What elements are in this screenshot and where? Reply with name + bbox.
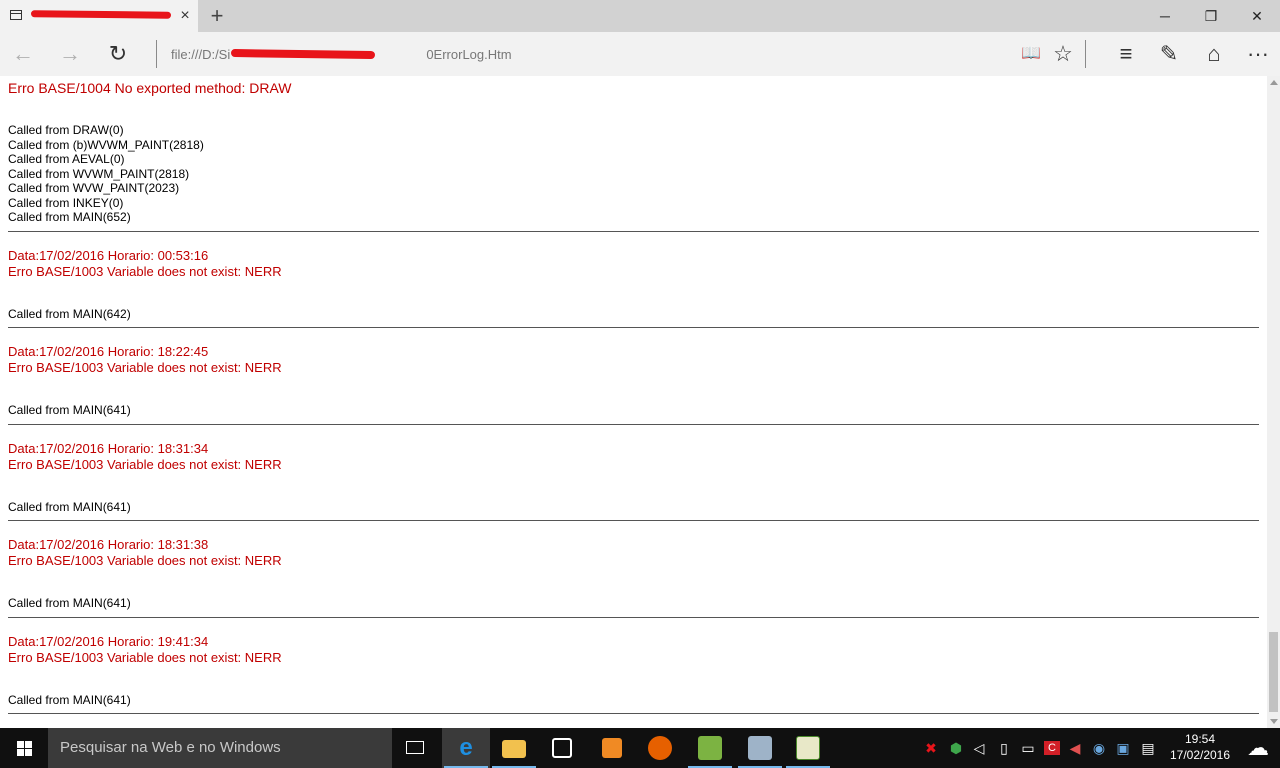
taskbar: Pesquisar na Web e no Windows e ✖ ⬢ ◁ ▯ … xyxy=(0,728,1280,768)
call-line: Called from AEVAL(0) xyxy=(8,152,125,166)
page-icon xyxy=(10,10,22,20)
web-note-icon[interactable]: ✎ xyxy=(1154,40,1184,68)
network-icon[interactable]: ▭ xyxy=(1020,738,1036,758)
reading-view-icon[interactable]: 📖 xyxy=(1016,40,1046,68)
browser-tab[interactable]: × xyxy=(0,0,198,32)
call-line: Called from MAIN(641) xyxy=(8,499,131,514)
storage-icon[interactable]: ▣ xyxy=(1115,738,1131,758)
antivirus-icon[interactable]: C xyxy=(1044,741,1060,755)
horizontal-rule xyxy=(8,713,1259,714)
refresh-icon[interactable]: ↻ xyxy=(103,40,133,68)
error-message: Erro BASE/1003 Variable does not exist: … xyxy=(8,649,282,665)
log-date: Data:17/02/2016 Horario: 19:41:34 xyxy=(8,633,209,649)
favorite-star-icon[interactable]: ☆ xyxy=(1048,40,1078,68)
error-message: Erro BASE/1003 Variable does not exist: … xyxy=(8,360,282,375)
system-clock[interactable]: 19:54 17/02/2016 xyxy=(1164,731,1236,765)
error-message: Erro BASE/1003 Variable does not exist: … xyxy=(8,456,282,472)
weather-cloud-icon[interactable]: ☁ xyxy=(1242,737,1274,759)
log-date: Data:17/02/2016 Horario: 18:31:38 xyxy=(8,537,209,552)
firefox-icon[interactable] xyxy=(636,728,684,768)
audio-icon[interactable]: ◁ xyxy=(971,738,987,758)
share-icon[interactable]: ⌂ xyxy=(1199,40,1229,68)
forward-icon[interactable]: → xyxy=(55,40,85,68)
security-alert-icon[interactable]: ✖ xyxy=(923,738,939,758)
call-line: Called from DRAW(0) xyxy=(8,123,124,137)
scroll-down-icon[interactable] xyxy=(1270,719,1278,724)
close-tab-icon[interactable]: × xyxy=(176,6,194,26)
new-tab-button[interactable]: + xyxy=(206,5,228,27)
search-box[interactable]: Pesquisar na Web e no Windows xyxy=(48,728,392,768)
call-line: Called from MAIN(641) xyxy=(8,692,131,707)
error-log: Erro BASE/1004 No exported method: DRAW … xyxy=(8,76,1259,714)
error-message: Erro BASE/1004 No exported method: DRAW xyxy=(8,80,292,96)
more-icon[interactable]: ··· xyxy=(1243,40,1273,68)
call-line: Called from MAIN(641) xyxy=(8,403,131,417)
search-placeholder: Pesquisar na Web e no Windows xyxy=(60,739,281,756)
chart-app-icon[interactable] xyxy=(784,728,832,768)
divider xyxy=(156,40,157,68)
log-date: Data:17/02/2016 Horario: 00:53:16 xyxy=(8,247,209,263)
log-date: Data:17/02/2016 Horario: 18:22:45 xyxy=(8,344,209,359)
edge-icon[interactable]: e xyxy=(442,728,490,768)
divider xyxy=(1085,40,1086,68)
horizontal-rule xyxy=(8,423,1259,425)
windows-logo-icon xyxy=(17,741,32,756)
restore-button[interactable]: ❐ xyxy=(1188,0,1234,32)
file-explorer-icon[interactable] xyxy=(490,728,538,768)
scroll-up-icon[interactable] xyxy=(1270,80,1278,85)
log-date: Data:17/02/2016 Horario: 18:31:34 xyxy=(8,440,209,456)
horizontal-rule xyxy=(8,327,1259,328)
app-green-icon[interactable] xyxy=(686,728,734,768)
call-line: Called from WVWM_PAINT(2818) xyxy=(8,166,190,181)
horizontal-rule xyxy=(8,520,1259,521)
store-icon[interactable] xyxy=(538,728,586,768)
task-view-icon[interactable] xyxy=(392,728,440,768)
call-line: Called from MAIN(642) xyxy=(8,306,131,321)
call-line: Called from (b)WVWM_PAINT(2818) xyxy=(8,137,204,152)
error-message: Erro BASE/1003 Variable does not exist: … xyxy=(8,263,282,279)
network-app-icon[interactable] xyxy=(736,728,784,768)
back-icon[interactable]: ← xyxy=(8,40,38,68)
page-content: Erro BASE/1004 No exported method: DRAW … xyxy=(0,76,1267,728)
scroll-thumb[interactable] xyxy=(1269,632,1278,712)
usb-icon[interactable]: ▯ xyxy=(996,738,1012,758)
volume-icon[interactable]: ◀ xyxy=(1067,738,1083,758)
horizontal-rule xyxy=(8,230,1259,232)
minimize-button[interactable]: ─ xyxy=(1142,0,1188,32)
start-button[interactable] xyxy=(0,728,48,768)
clock-time: 19:54 xyxy=(1184,732,1216,746)
clock-date: 17/02/2016 xyxy=(1169,748,1231,762)
close-window-button[interactable]: ✕ xyxy=(1234,0,1280,32)
tab-bar: × + ─ ❐ ✕ xyxy=(0,0,1280,32)
call-line: Called from INKEY(0) xyxy=(8,195,124,210)
vertical-scrollbar[interactable] xyxy=(1267,76,1280,728)
error-message: Erro BASE/1003 Variable does not exist: … xyxy=(8,553,282,568)
navigation-bar: ← → ↻ file:///D:/Si 0ErrorLog.Htm 📖 ☆ ≡ … xyxy=(0,32,1280,76)
green-shield-icon[interactable]: ⬢ xyxy=(948,738,964,758)
call-line: Called from MAIN(652) xyxy=(8,210,131,224)
media-player-icon[interactable] xyxy=(588,728,636,768)
horizontal-rule xyxy=(8,616,1259,618)
call-line: Called from MAIN(641) xyxy=(8,596,131,610)
hub-icon[interactable]: ≡ xyxy=(1111,40,1141,68)
call-line: Called from WVW_PAINT(2023) xyxy=(8,181,180,195)
notification-icon[interactable]: ▤ xyxy=(1140,738,1156,758)
redaction-mark xyxy=(30,10,172,19)
language-icon[interactable]: ◉ xyxy=(1091,738,1107,758)
